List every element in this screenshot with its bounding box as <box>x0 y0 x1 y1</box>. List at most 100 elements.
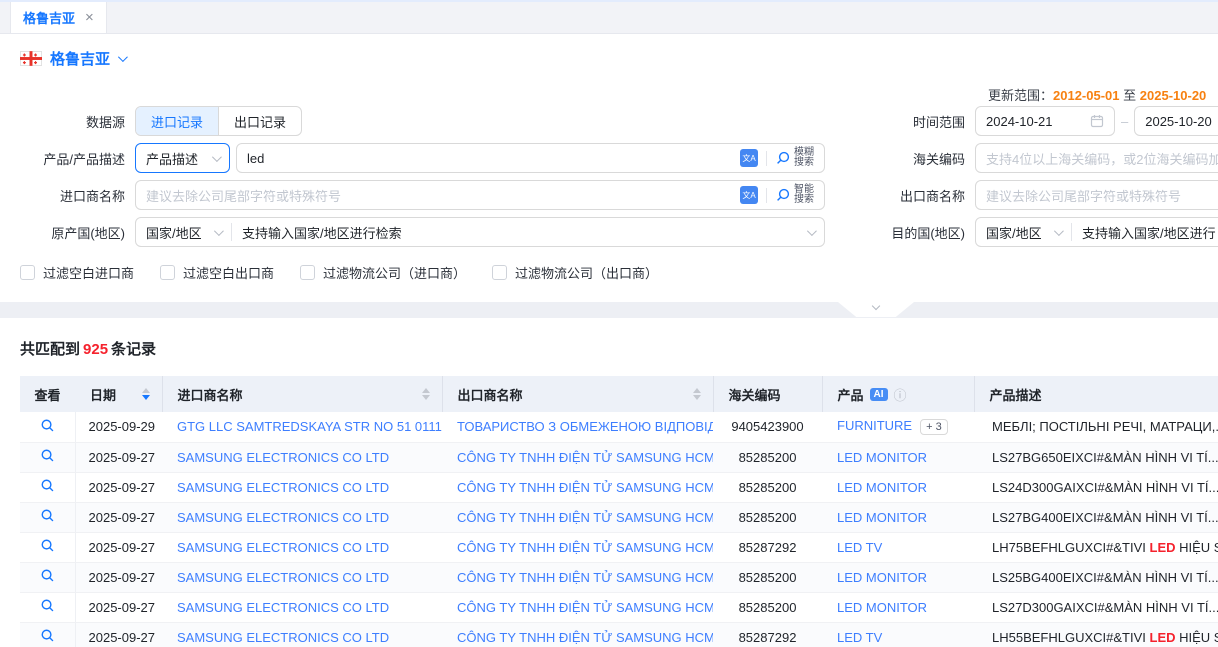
exporter-link[interactable]: CÔNG TY TNHH ĐIỆN TỬ SAMSUNG HCMC... <box>442 472 713 502</box>
origin-country-label: 原产国(地区) <box>0 223 135 242</box>
sort-icon-date[interactable] <box>142 388 150 400</box>
chevron-down-icon <box>1054 226 1064 236</box>
product-link[interactable]: LED MONITOR <box>822 442 974 472</box>
view-record-cell[interactable] <box>20 622 75 647</box>
magnifier-view-icon[interactable] <box>40 448 55 463</box>
divider <box>766 151 767 166</box>
checkbox-icon[interactable] <box>20 265 35 280</box>
magnifier-view-icon[interactable] <box>40 628 55 643</box>
hs-code-cell: 85285200 <box>713 502 822 532</box>
time-range-label: 时间范围 <box>825 112 975 131</box>
tab-import-records[interactable]: 进口记录 <box>136 107 218 135</box>
exporter-label: 出口商名称 <box>825 186 975 205</box>
table-header-row: 查看 日期 进口商名称 出口商名称 海关编码 <box>20 376 1218 412</box>
col-header-date[interactable]: 日期 <box>75 376 162 412</box>
magnifier-view-icon[interactable] <box>40 418 55 433</box>
product-link[interactable]: LED MONITOR <box>822 592 974 622</box>
importer-link[interactable]: GTG LLC SAMTREDSKAYA STR NO 51 01119... <box>162 412 442 442</box>
exporter-link[interactable]: CÔNG TY TNHH ĐIỆN TỬ SAMSUNG HCMC... <box>442 532 713 562</box>
date-range-separator: – <box>1121 114 1128 129</box>
panel-collapse-band <box>0 302 1218 318</box>
collapse-panel-button[interactable] <box>838 302 914 317</box>
exporter-name-input[interactable]: 建议去除公司尾部字符或特殊符号 <box>975 180 1218 210</box>
page-title-country: 格鲁吉亚 <box>50 48 110 69</box>
browser-tab-georgia[interactable]: 格鲁吉亚 × <box>10 2 107 33</box>
product-search-input[interactable]: led 文A 模糊搜索 <box>236 143 825 173</box>
origin-country-select[interactable]: 国家/地区 支持输入国家/地区进行检索 <box>135 217 825 247</box>
filter-checkbox-1[interactable]: 过滤空白出口商 <box>160 263 274 282</box>
col-header-importer[interactable]: 进口商名称 <box>162 376 442 412</box>
date-to-input[interactable]: 2025-10-20 <box>1134 106 1218 136</box>
fuzzy-search-button[interactable]: 模糊搜索 <box>775 148 814 168</box>
product-link[interactable]: LED MONITOR <box>822 562 974 592</box>
date-cell: 2025-09-27 <box>75 622 162 647</box>
smart-search-button[interactable]: 智能搜索 <box>775 185 814 205</box>
search-icon <box>775 187 791 203</box>
importer-name-input[interactable]: 建议去除公司尾部字符或特殊符号 文A 智能搜索 <box>135 180 825 210</box>
translate-icon[interactable]: 文A <box>740 186 758 204</box>
hs-code-input[interactable]: 支持4位以上海关编码，或2位海关编码加 <box>975 143 1218 173</box>
importer-link[interactable]: SAMSUNG ELECTRONICS CO LTD <box>162 592 442 622</box>
country-selector[interactable]: 格鲁吉亚 <box>0 34 1218 79</box>
hs-code-label: 海关编码 <box>825 149 975 168</box>
exporter-link[interactable]: CÔNG TY TNHH ĐIỆN TỬ SAMSUNG HCMC... <box>442 622 713 647</box>
view-record-cell[interactable] <box>20 562 75 592</box>
view-record-cell[interactable] <box>20 502 75 532</box>
results-count-number: 925 <box>83 341 108 358</box>
col-header-exporter[interactable]: 出口商名称 <box>442 376 713 412</box>
importer-link[interactable]: SAMSUNG ELECTRONICS CO LTD <box>162 472 442 502</box>
search-icon <box>775 150 791 166</box>
magnifier-view-icon[interactable] <box>40 508 55 523</box>
records-table: 查看 日期 进口商名称 出口商名称 海关编码 <box>20 376 1218 647</box>
sort-icon-exporter[interactable] <box>693 388 701 400</box>
magnifier-view-icon[interactable] <box>40 478 55 493</box>
view-record-cell[interactable] <box>20 412 75 442</box>
importer-link[interactable]: SAMSUNG ELECTRONICS CO LTD <box>162 442 442 472</box>
destination-country-select[interactable]: 国家/地区 支持输入国家/地区进行 <box>975 217 1218 247</box>
importer-link[interactable]: SAMSUNG ELECTRONICS CO LTD <box>162 532 442 562</box>
importer-link[interactable]: SAMSUNG ELECTRONICS CO LTD <box>162 562 442 592</box>
exporter-link[interactable]: CÔNG TY TNHH ĐIỆN TỬ SAMSUNG HCMC... <box>442 592 713 622</box>
checkbox-icon[interactable] <box>160 265 175 280</box>
magnifier-view-icon[interactable] <box>40 568 55 583</box>
exporter-link[interactable]: CÔNG TY TNHH ĐIỆN TỬ SAMSUNG HCMC... <box>442 442 713 472</box>
filter-checkbox-3[interactable]: 过滤物流公司（出口商） <box>492 263 658 282</box>
date-cell: 2025-09-27 <box>75 592 162 622</box>
product-link[interactable]: LED MONITOR <box>822 502 974 532</box>
exporter-link[interactable]: CÔNG TY TNHH ĐIỆN TỬ SAMSUNG HCMC... <box>442 562 713 592</box>
georgia-flag-icon <box>20 51 42 66</box>
calendar-icon <box>1090 114 1104 128</box>
product-link[interactable]: LED MONITOR <box>822 472 974 502</box>
view-record-cell[interactable] <box>20 442 75 472</box>
exporter-link[interactable]: CÔNG TY TNHH ĐIỆN TỬ SAMSUNG HCMC... <box>442 502 713 532</box>
view-record-cell[interactable] <box>20 532 75 562</box>
filter-checkbox-2[interactable]: 过滤物流公司（进口商） <box>300 263 466 282</box>
product-type-select[interactable]: 产品描述 <box>135 143 230 173</box>
col-header-view: 查看 <box>20 376 75 412</box>
date-from-input[interactable]: 2024-10-21 <box>975 106 1115 136</box>
filter-checkbox-0[interactable]: 过滤空白进口商 <box>20 263 134 282</box>
close-icon[interactable]: × <box>85 9 94 26</box>
update-range-text: 更新范围：2012-05-01 至 2025-10-20 <box>988 85 1206 104</box>
more-products-badge[interactable]: + 3 <box>920 419 948 435</box>
magnifier-view-icon[interactable] <box>40 538 55 553</box>
tab-export-records[interactable]: 出口记录 <box>218 107 301 135</box>
checkbox-icon[interactable] <box>492 265 507 280</box>
product-link[interactable]: FURNITURE+ 3 <box>822 412 974 442</box>
date-cell: 2025-09-27 <box>75 532 162 562</box>
view-record-cell[interactable] <box>20 592 75 622</box>
product-description-cell: LS27BG400EIXCI#&MÀN HÌNH VI TÍ... <box>974 502 1218 532</box>
info-icon[interactable]: ⓘ <box>894 385 907 404</box>
importer-link[interactable]: SAMSUNG ELECTRONICS CO LTD <box>162 622 442 647</box>
checkbox-icon[interactable] <box>300 265 315 280</box>
translate-icon[interactable]: 文A <box>740 149 758 167</box>
exporter-link[interactable]: ТОВАРИСТВО З ОБМЕЖЕНОЮ ВІДПОВІД... <box>442 412 713 442</box>
sort-icon-importer[interactable] <box>422 388 430 400</box>
product-link[interactable]: LED TV <box>822 622 974 647</box>
importer-link[interactable]: SAMSUNG ELECTRONICS CO LTD <box>162 502 442 532</box>
chevron-down-icon <box>807 226 817 236</box>
product-link[interactable]: LED TV <box>822 532 974 562</box>
magnifier-view-icon[interactable] <box>40 598 55 613</box>
view-record-cell[interactable] <box>20 472 75 502</box>
table-row: 2025-09-27 SAMSUNG ELECTRONICS CO LTD CÔ… <box>20 562 1218 592</box>
